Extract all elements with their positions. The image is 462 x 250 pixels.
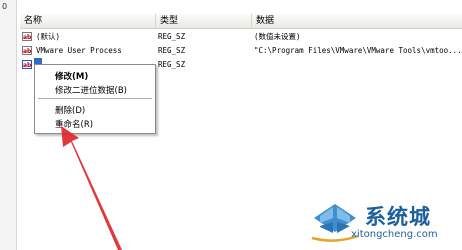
watermark-brand: 系统城: [365, 205, 431, 229]
watermark-url: xitongcheng.com: [351, 229, 438, 240]
